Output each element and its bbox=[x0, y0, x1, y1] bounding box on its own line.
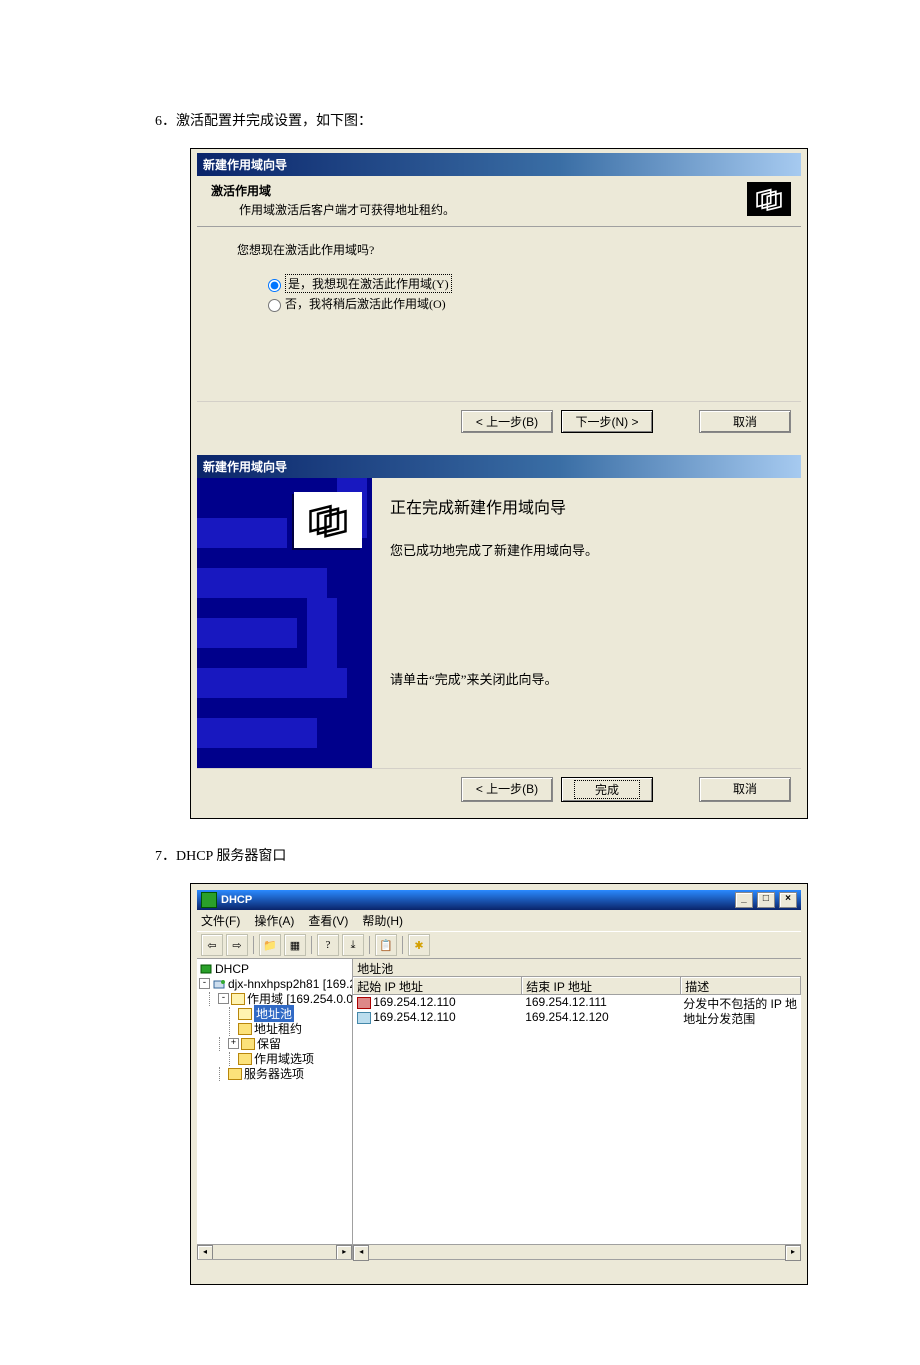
radio-yes-label: 是，我想现在激活此作用域(Y) bbox=[285, 274, 452, 293]
scope-icon bbox=[294, 492, 362, 548]
col-start[interactable]: 起始 IP 地址 bbox=[353, 977, 522, 994]
maximize-button[interactable]: □ bbox=[757, 892, 775, 908]
props-icon[interactable]: ▦ bbox=[284, 934, 306, 956]
list-row[interactable]: 169.254.12.110 169.254.12.111 分发中不包括的 IP… bbox=[353, 995, 801, 1010]
next-button[interactable]: 下一步(N) > bbox=[561, 410, 653, 433]
list-hscrollbar[interactable]: ◂ ▸ bbox=[353, 1244, 801, 1259]
wizard1-header-title: 激活作用域 bbox=[211, 182, 455, 199]
step6-label: 6．激活配置并完成设置，如下图： bbox=[155, 110, 920, 130]
range-icon bbox=[357, 1012, 371, 1024]
exclusion-icon bbox=[357, 997, 371, 1009]
list-pane[interactable]: 地址池 起始 IP 地址 结束 IP 地址 描述 169.254.12.110 … bbox=[353, 959, 801, 1259]
wizard2-heading: 正在完成新建作用域向导 bbox=[390, 494, 787, 518]
radio-activate-no[interactable]: 否，我将稍后激活此作用域(O) bbox=[263, 295, 791, 312]
wizard2-buttons: < 上一步(B) 完成 取消 bbox=[197, 768, 801, 812]
refresh-icon[interactable]: ? bbox=[317, 934, 339, 956]
finish-button[interactable]: 完成 bbox=[561, 777, 653, 802]
col-desc[interactable]: 描述 bbox=[681, 977, 801, 994]
menu-file[interactable]: 文件(F) bbox=[201, 912, 240, 929]
back-button[interactable]: < 上一步(B) bbox=[461, 410, 553, 433]
step7-label: 7．DHCP 服务器窗口 bbox=[155, 845, 920, 865]
dhcp-mmc-frame: DHCP _ □ × 文件(F) 操作(A) 查看(V) 帮助(H) ⇦ ⇨ 📁… bbox=[190, 883, 808, 1285]
tree-root[interactable]: DHCP bbox=[199, 961, 350, 976]
list-caption: 地址池 bbox=[353, 959, 801, 977]
help-icon[interactable]: 📋 bbox=[375, 934, 397, 956]
wizard2-window: 新建作用域向导 bbox=[197, 455, 801, 812]
scroll-left-icon[interactable]: ◂ bbox=[197, 1245, 213, 1259]
export-icon[interactable]: ⤓ bbox=[342, 934, 364, 956]
tree-server[interactable]: - djx-hnxhpsp2h81 [169.254.2 bbox=[199, 976, 350, 991]
radio-no-label: 否，我将稍后激活此作用域(O) bbox=[285, 295, 446, 312]
wizard1-header-subtitle: 作用域激活后客户端才可获得地址租约。 bbox=[239, 201, 455, 218]
radio-yes-input[interactable] bbox=[268, 279, 281, 292]
tree-lease[interactable]: 地址租约 bbox=[199, 1021, 350, 1036]
wizard1-titlebar: 新建作用域向导 bbox=[197, 153, 801, 176]
wizard2-line2: 请单击“完成”来关闭此向导。 bbox=[390, 669, 787, 688]
tree-pool[interactable]: 地址池 bbox=[199, 1006, 350, 1021]
cancel-button[interactable]: 取消 bbox=[699, 777, 791, 802]
list-row[interactable]: 169.254.12.110 169.254.12.120 地址分发范围 bbox=[353, 1010, 801, 1025]
scroll-left-icon[interactable]: ◂ bbox=[353, 1245, 369, 1261]
wizard2-body: 正在完成新建作用域向导 您已成功地完成了新建作用域向导。 请单击“完成”来关闭此… bbox=[197, 478, 801, 768]
wizard1-question: 您想现在激活此作用域吗? bbox=[237, 241, 791, 258]
scroll-right-icon[interactable]: ▸ bbox=[336, 1245, 352, 1259]
minimize-button[interactable]: _ bbox=[735, 892, 753, 908]
wizard-screenshots-frame: 新建作用域向导 激活作用域 作用域激活后客户端才可获得地址租约。 您想现在激活此… bbox=[190, 148, 808, 819]
list-columns: 起始 IP 地址 结束 IP 地址 描述 bbox=[353, 977, 801, 995]
wizard2-line1: 您已成功地完成了新建作用域向导。 bbox=[390, 540, 787, 559]
wizard2-sidebar-graphic bbox=[197, 478, 372, 768]
wizard2-titlebar: 新建作用域向导 bbox=[197, 455, 801, 478]
wizard1-body: 您想现在激活此作用域吗? 是，我想现在激活此作用域(Y) 否，我将稍后激活此作用… bbox=[197, 227, 801, 401]
dhcp-app-icon bbox=[201, 892, 217, 908]
wizard1-buttons: < 上一步(B) 下一步(N) > 取消 bbox=[197, 401, 801, 443]
back-button[interactable]: < 上一步(B) bbox=[461, 777, 553, 802]
wizard1-header: 激活作用域 作用域激活后客户端才可获得地址租约。 bbox=[197, 176, 801, 227]
scroll-right-icon[interactable]: ▸ bbox=[785, 1245, 801, 1261]
col-end[interactable]: 结束 IP 地址 bbox=[522, 977, 681, 994]
cancel-button[interactable]: 取消 bbox=[699, 410, 791, 433]
tree-reserve[interactable]: + 保留 bbox=[199, 1036, 350, 1051]
wizard1-window: 新建作用域向导 激活作用域 作用域激活后客户端才可获得地址租约。 您想现在激活此… bbox=[197, 153, 801, 443]
up-icon[interactable]: 📁 bbox=[259, 934, 281, 956]
tree-pane[interactable]: DHCP - djx-hnxhpsp2h81 [169.254.2 - 作用域 … bbox=[197, 959, 353, 1259]
mmc-title-text: DHCP bbox=[221, 894, 252, 906]
tree-server-options[interactable]: 服务器选项 bbox=[199, 1066, 350, 1081]
close-button[interactable]: × bbox=[779, 892, 797, 908]
nav-fwd-icon[interactable]: ⇨ bbox=[226, 934, 248, 956]
scope-icon bbox=[747, 182, 791, 216]
star-icon[interactable]: ✱ bbox=[408, 934, 430, 956]
radio-no-input[interactable] bbox=[268, 299, 281, 312]
nav-back-icon[interactable]: ⇦ bbox=[201, 934, 223, 956]
mmc-body: DHCP - djx-hnxhpsp2h81 [169.254.2 - 作用域 … bbox=[197, 959, 801, 1259]
radio-activate-yes[interactable]: 是，我想现在激活此作用域(Y) bbox=[263, 274, 791, 293]
tree-hscrollbar[interactable]: ◂ ▸ bbox=[197, 1244, 352, 1259]
menu-view[interactable]: 查看(V) bbox=[308, 912, 348, 929]
menu-bar: 文件(F) 操作(A) 查看(V) 帮助(H) bbox=[197, 910, 801, 931]
menu-action[interactable]: 操作(A) bbox=[254, 912, 294, 929]
toolbar: ⇦ ⇨ 📁 ▦ ? ⤓ 📋 ✱ bbox=[197, 931, 801, 959]
tree-scope-options[interactable]: 作用域选项 bbox=[199, 1051, 350, 1066]
tree-scope[interactable]: - 作用域 [169.254.0.0] te bbox=[199, 991, 350, 1006]
menu-help[interactable]: 帮助(H) bbox=[362, 912, 403, 929]
mmc-titlebar: DHCP _ □ × bbox=[197, 890, 801, 910]
status-bar bbox=[197, 1259, 801, 1276]
